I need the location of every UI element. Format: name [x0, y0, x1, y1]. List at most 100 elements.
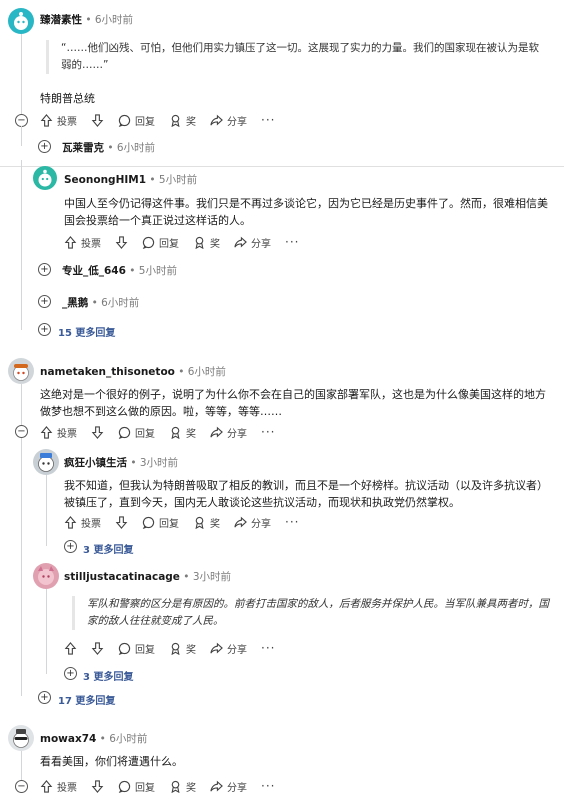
downvote-button[interactable] [91, 113, 104, 127]
avatar[interactable] [8, 725, 34, 751]
meta-separator: • [88, 297, 102, 309]
share-button[interactable]: 分享 [210, 779, 247, 794]
more-options-button[interactable]: ··· [261, 641, 275, 655]
award-label: 奖 [186, 644, 196, 656]
more-options-button[interactable]: ··· [261, 113, 275, 127]
reply-button[interactable]: 回复 [142, 515, 179, 530]
username-text[interactable]: SeonongHIM1 [64, 174, 146, 186]
thread-line [21, 750, 22, 780]
upvote-icon [64, 515, 77, 529]
share-label: 分享 [227, 116, 247, 128]
comment-time: 3小时前 [192, 571, 231, 583]
upvote-button[interactable]: 投票 [64, 235, 101, 250]
comment-username[interactable]: SeonongHIM1 • 5小时前 [64, 172, 197, 187]
avatar[interactable] [8, 8, 34, 34]
downvote-icon [115, 235, 128, 249]
upvote-button[interactable]: 投票 [40, 425, 77, 440]
more-options-button[interactable]: ··· [285, 235, 299, 249]
collapse-button[interactable]: − [15, 780, 28, 793]
meta-separator: • [96, 733, 110, 745]
share-button[interactable]: 分享 [210, 113, 247, 128]
more-options-button[interactable]: ··· [261, 425, 275, 439]
comment-actions: 投票 回复 奖 分享 ··· [64, 233, 313, 251]
reply-button[interactable]: 回复 [118, 641, 155, 656]
award-label: 奖 [210, 518, 220, 530]
award-button[interactable]: 奖 [169, 113, 196, 128]
username-text[interactable]: _黑鹅 [62, 297, 88, 309]
share-icon [234, 516, 247, 527]
share-button[interactable]: 分享 [210, 425, 247, 440]
comment-actions: 回复 奖 分享 ··· [64, 639, 289, 657]
downvote-button[interactable] [91, 641, 104, 655]
expand-button[interactable]: + [38, 140, 51, 153]
more-options-button[interactable]: ··· [285, 515, 299, 529]
downvote-button[interactable] [91, 779, 104, 793]
comment-username[interactable]: 臻潜素性 • 6小时前 [40, 12, 133, 27]
reply-button[interactable]: 回复 [118, 779, 155, 794]
upvote-icon [40, 779, 53, 793]
collapse-button[interactable]: − [15, 425, 28, 438]
comment-time: 6小时前 [116, 142, 156, 154]
username-text[interactable]: 疯狂小镇生活 [64, 457, 127, 469]
award-button[interactable]: 奖 [193, 515, 220, 530]
more-options-button[interactable]: ··· [261, 779, 275, 793]
expand-button[interactable]: + [38, 263, 51, 276]
downvote-icon [115, 515, 128, 529]
more-replies-link[interactable]: 3 更多回复 [83, 541, 133, 556]
snoo-avatar-icon [38, 169, 52, 187]
expand-more-button[interactable]: + [38, 323, 51, 336]
username-text[interactable]: 专业_低_646 [62, 265, 126, 277]
upvote-button[interactable] [64, 641, 77, 655]
comment-username[interactable]: mowax74 • 6小时前 [40, 731, 147, 746]
comment-bubble-icon [142, 516, 155, 529]
avatar[interactable] [33, 166, 57, 190]
comment-username[interactable]: stilljustacatinacage • 3小时前 [64, 569, 231, 584]
comment-time: 5小时前 [138, 265, 177, 277]
comment-actions: 投票 回复 奖 分享 ··· [40, 423, 289, 441]
collapsed-comment[interactable]: 专业_低_646 • 5小时前 [62, 263, 177, 278]
thread-line [46, 588, 47, 674]
share-button[interactable]: 分享 [234, 515, 271, 530]
avatar[interactable] [33, 449, 59, 475]
upvote-button[interactable]: 投票 [64, 515, 101, 530]
more-replies-link[interactable]: 3 更多回复 [83, 668, 133, 683]
meta-separator: • [127, 457, 140, 469]
meta-separator: • [82, 14, 95, 26]
more-replies-link[interactable]: 15 更多回复 [58, 324, 115, 339]
downvote-button[interactable] [115, 515, 128, 529]
expand-more-button[interactable]: + [64, 540, 77, 553]
upvote-button[interactable]: 投票 [40, 113, 77, 128]
downvote-button[interactable] [115, 235, 128, 249]
avatar[interactable] [33, 563, 59, 589]
award-button[interactable]: 奖 [169, 641, 196, 656]
reply-button[interactable]: 回复 [142, 235, 179, 250]
username-text[interactable]: stilljustacatinacage [64, 571, 180, 583]
downvote-button[interactable] [91, 425, 104, 439]
award-button[interactable]: 奖 [193, 235, 220, 250]
comment-username[interactable]: 疯狂小镇生活 • 3小时前 [64, 455, 178, 470]
share-button[interactable]: 分享 [234, 235, 271, 250]
award-button[interactable]: 奖 [169, 779, 196, 794]
collapsed-comment[interactable]: 瓦莱雷克 • 6小时前 [62, 140, 155, 155]
comment-text: 我不知道，但我认为特朗普吸取了相反的教训，而且不是一个好榜样。抗议活动（以及许多… [64, 479, 548, 509]
expand-more-button[interactable]: + [38, 691, 51, 704]
reply-button[interactable]: 回复 [118, 425, 155, 440]
reply-button[interactable]: 回复 [118, 113, 155, 128]
comment-quote: 军队和警察的区分是有原因的。前者打击国家的敌人，后者服务并保护人民。当军队兼具两… [72, 596, 550, 630]
expand-button[interactable]: + [38, 295, 51, 308]
expand-more-button[interactable]: + [64, 667, 77, 680]
divider [0, 166, 564, 167]
username-text[interactable]: nametaken_thisonetoo [40, 366, 175, 378]
snoo-avatar-icon [13, 364, 29, 381]
upvote-button[interactable]: 投票 [40, 779, 77, 794]
username-text[interactable]: 瓦莱雷克 [62, 142, 104, 154]
collapsed-comment[interactable]: _黑鹅 • 6小时前 [62, 295, 139, 310]
more-replies-link[interactable]: 17 更多回复 [58, 692, 115, 707]
username-text[interactable]: 臻潜素性 [40, 14, 82, 26]
award-button[interactable]: 奖 [169, 425, 196, 440]
share-button[interactable]: 分享 [210, 641, 247, 656]
comment-username[interactable]: nametaken_thisonetoo • 6小时前 [40, 364, 226, 379]
username-text[interactable]: mowax74 [40, 733, 96, 745]
meta-separator: • [179, 571, 193, 583]
avatar[interactable] [8, 358, 34, 384]
